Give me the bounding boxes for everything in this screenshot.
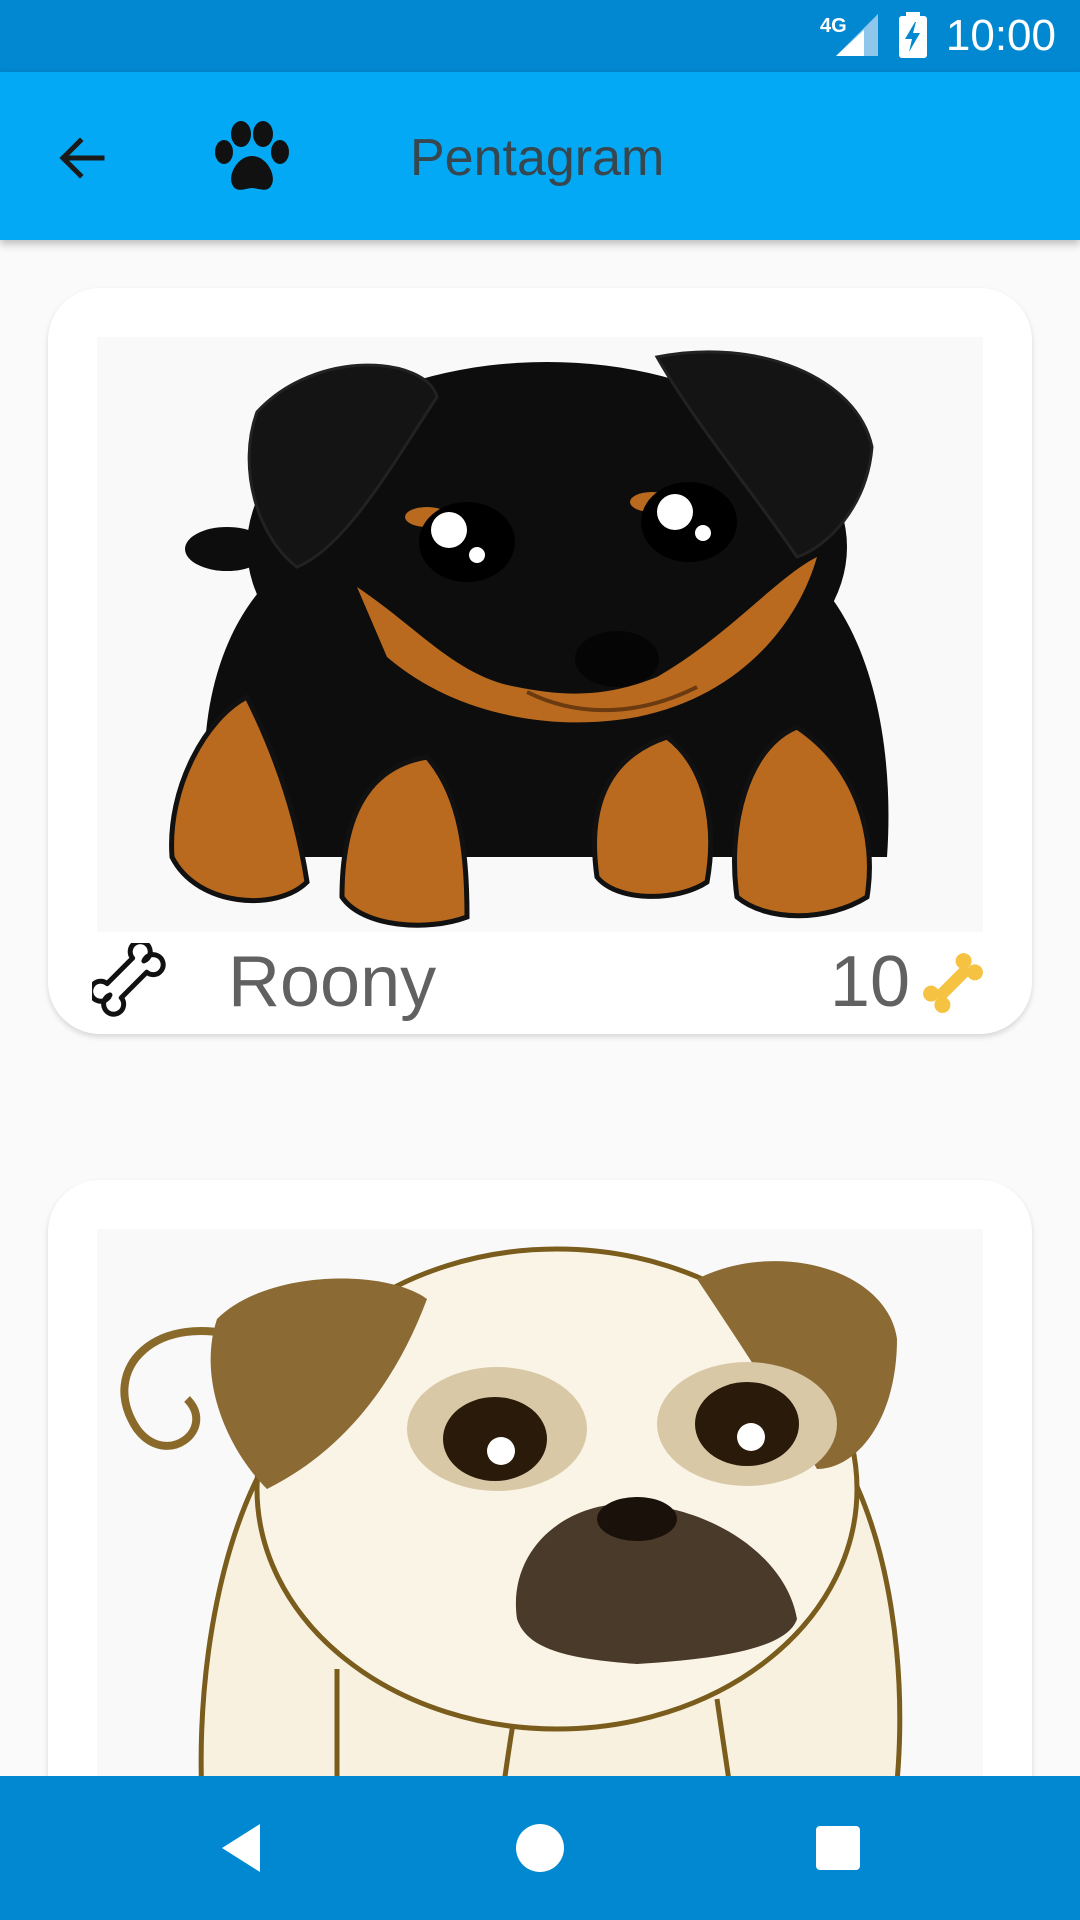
status-bar: 4G 10:00 xyxy=(0,0,1080,72)
signal-icon: 4G xyxy=(820,14,878,56)
bone-count: 10 xyxy=(829,942,910,1022)
nav-back-icon[interactable] xyxy=(212,1816,276,1880)
status-time: 10:00 xyxy=(945,11,1056,60)
app-title: Pentagram xyxy=(410,129,665,187)
pet-card[interactable] xyxy=(48,1180,1032,1776)
network-label: 4G xyxy=(820,15,847,37)
arrow-back-icon[interactable] xyxy=(50,126,114,190)
pet-image xyxy=(97,337,983,932)
bone-outline-icon[interactable] xyxy=(92,943,176,1027)
system-nav-bar xyxy=(0,1776,1080,1920)
pet-name: Roony xyxy=(228,942,437,1022)
feed-list[interactable]: Roony 10 xyxy=(0,240,1080,1776)
battery-charging-icon xyxy=(899,12,927,58)
app-bar: Pentagram xyxy=(0,72,1080,240)
paw-icon xyxy=(215,121,289,190)
pet-image xyxy=(97,1229,983,1776)
bone-gold-icon[interactable] xyxy=(918,948,988,1018)
nav-recents-icon[interactable] xyxy=(806,1816,870,1880)
pet-card[interactable]: Roony 10 xyxy=(48,288,1032,1034)
nav-home-icon[interactable] xyxy=(508,1816,572,1880)
